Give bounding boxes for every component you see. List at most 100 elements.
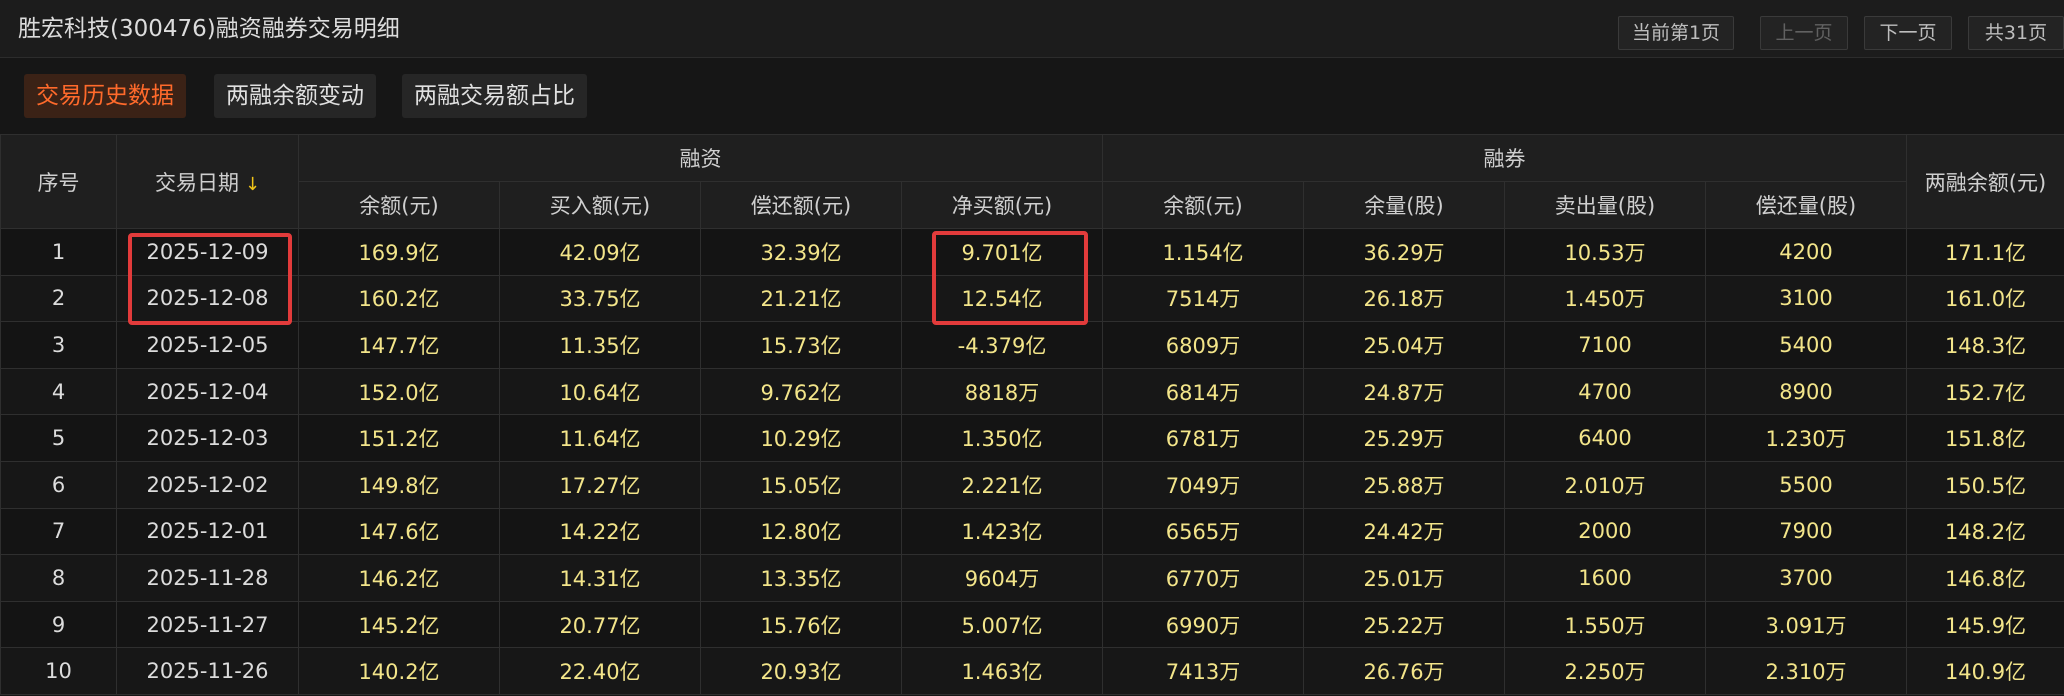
cell-total-balance: 171.1亿 xyxy=(1906,228,2064,276)
cell-sec-volume: 25.01万 xyxy=(1303,554,1505,602)
cell-total-balance: 148.2亿 xyxy=(1906,507,2064,556)
table-row[interactable]: 6 2025-12-02 149.8亿 17.27亿 15.05亿 2.221亿 7049万… xyxy=(0,460,2064,509)
sort-down-arrow-icon[interactable]: ↓ xyxy=(245,174,260,195)
cell-seq: 1 xyxy=(0,228,117,276)
cell-fin-buy: 11.64亿 xyxy=(499,414,701,462)
cell-date: 2025-11-26 xyxy=(116,647,299,695)
prev-page-button[interactable]: 上一页 xyxy=(1760,16,1848,50)
cell-sec-volume: 25.04万 xyxy=(1303,321,1505,369)
header-date[interactable]: 交易日期 ↓ xyxy=(116,134,299,229)
table-row[interactable]: 5 2025-12-03 151.2亿 11.64亿 10.29亿 1.350亿 6781万… xyxy=(0,414,2064,462)
cell-fin-balance: 146.2亿 xyxy=(298,554,500,602)
table-row[interactable]: 4 2025-12-04 152.0亿 10.64亿 9.762亿 8818万 6814万 2… xyxy=(0,367,2064,416)
header-fin-balance: 余额(元) xyxy=(298,181,500,229)
cell-seq: 6 xyxy=(0,460,117,509)
cell-fin-balance: 151.2亿 xyxy=(298,414,500,462)
cell-sec-balance: 6809万 xyxy=(1102,321,1304,369)
cell-sec-repay: 8900 xyxy=(1705,367,1907,416)
cell-fin-balance: 160.2亿 xyxy=(298,274,500,323)
cell-sec-repay: 7900 xyxy=(1705,507,1907,556)
cell-sec-balance: 6814万 xyxy=(1102,367,1304,416)
current-page-label: 当前第1页 xyxy=(1618,16,1734,50)
cell-fin-balance: 140.2亿 xyxy=(298,647,500,695)
cell-total-balance: 148.3亿 xyxy=(1906,321,2064,369)
cell-sec-sell: 2000 xyxy=(1504,507,1706,556)
margin-trading-table: 序号 交易日期 ↓ 融资 融券 两融余额(元) 余额(元) 买入额(元) 偿还额(… xyxy=(0,134,2064,695)
cell-sec-sell: 10.53万 xyxy=(1504,228,1706,276)
cell-sec-volume: 25.29万 xyxy=(1303,414,1505,462)
cell-sec-volume: 26.76万 xyxy=(1303,647,1505,695)
cell-fin-buy: 22.40亿 xyxy=(499,647,701,695)
cell-sec-volume: 25.22万 xyxy=(1303,600,1505,649)
tab-balance-change[interactable]: 两融余额变动 xyxy=(214,74,376,118)
header-sec-balance: 余额(元) xyxy=(1102,181,1304,229)
tab-trade-ratio[interactable]: 两融交易额占比 xyxy=(402,74,587,118)
cell-seq: 4 xyxy=(0,367,117,416)
cell-fin-repay: 15.05亿 xyxy=(700,460,902,509)
cell-sec-balance: 6781万 xyxy=(1102,414,1304,462)
tab-trade-history[interactable]: 交易历史数据 xyxy=(24,74,186,118)
cell-date: 2025-12-01 xyxy=(116,507,299,556)
cell-fin-net-buy: -4.379亿 xyxy=(901,321,1103,369)
table-row[interactable]: 8 2025-11-28 146.2亿 14.31亿 13.35亿 9604万 6770万 2… xyxy=(0,554,2064,602)
cell-fin-buy: 14.31亿 xyxy=(499,554,701,602)
cell-sec-volume: 36.29万 xyxy=(1303,228,1505,276)
cell-fin-balance: 149.8亿 xyxy=(298,460,500,509)
cell-total-balance: 145.9亿 xyxy=(1906,600,2064,649)
cell-fin-buy: 20.77亿 xyxy=(499,600,701,649)
total-pages-label: 共31页 xyxy=(1968,16,2064,50)
cell-fin-balance: 169.9亿 xyxy=(298,228,500,276)
header-total-balance: 两融余额(元) xyxy=(1906,134,2064,229)
cell-fin-repay: 13.35亿 xyxy=(700,554,902,602)
cell-seq: 3 xyxy=(0,321,117,369)
table-row[interactable]: 7 2025-12-01 147.6亿 14.22亿 12.80亿 1.423亿 6565万… xyxy=(0,507,2064,556)
next-page-button[interactable]: 下一页 xyxy=(1864,16,1952,50)
cell-fin-net-buy: 1.423亿 xyxy=(901,507,1103,556)
cell-fin-balance: 145.2亿 xyxy=(298,600,500,649)
cell-sec-repay: 3.091万 xyxy=(1705,600,1907,649)
highlight-box-net-buy xyxy=(932,231,1088,325)
header-date-label: 交易日期 xyxy=(154,170,239,195)
cell-fin-buy: 42.09亿 xyxy=(499,228,701,276)
cell-fin-repay: 21.21亿 xyxy=(700,274,902,323)
cell-sec-sell: 7100 xyxy=(1504,321,1706,369)
cell-fin-net-buy: 8818万 xyxy=(901,367,1103,416)
cell-fin-net-buy: 1.463亿 xyxy=(901,647,1103,695)
cell-fin-buy: 33.75亿 xyxy=(499,274,701,323)
cell-fin-balance: 147.7亿 xyxy=(298,321,500,369)
cell-fin-buy: 11.35亿 xyxy=(499,321,701,369)
cell-sec-volume: 25.88万 xyxy=(1303,460,1505,509)
tab-bar: 交易历史数据 两融余额变动 两融交易额占比 xyxy=(0,58,2064,134)
cell-sec-repay: 4200 xyxy=(1705,228,1907,276)
table-row[interactable]: 9 2025-11-27 145.2亿 20.77亿 15.76亿 5.007亿 6990万… xyxy=(0,600,2064,649)
cell-sec-volume: 24.42万 xyxy=(1303,507,1505,556)
table-row[interactable]: 10 2025-11-26 140.2亿 22.40亿 20.93亿 1.463亿 7413… xyxy=(0,647,2064,695)
header-fin-repay: 偿还额(元) xyxy=(700,181,902,229)
cell-sec-repay: 3100 xyxy=(1705,274,1907,323)
cell-date: 2025-11-27 xyxy=(116,600,299,649)
cell-sec-sell: 1.450万 xyxy=(1504,274,1706,323)
table-row[interactable]: 3 2025-12-05 147.7亿 11.35亿 15.73亿 -4.379亿 6809… xyxy=(0,321,2064,369)
header-sec-volume: 余量(股) xyxy=(1303,181,1505,229)
cell-sec-sell: 2.250万 xyxy=(1504,647,1706,695)
header-fin-buy: 买入额(元) xyxy=(499,181,701,229)
cell-fin-net-buy: 1.350亿 xyxy=(901,414,1103,462)
cell-fin-net-buy: 9604万 xyxy=(901,554,1103,602)
cell-fin-repay: 32.39亿 xyxy=(700,228,902,276)
cell-date: 2025-12-04 xyxy=(116,367,299,416)
header-financing: 融资 xyxy=(298,134,1103,182)
header-fin-net-buy: 净买额(元) xyxy=(901,181,1103,229)
header-securities-lending: 融券 xyxy=(1102,134,1907,182)
cell-seq: 9 xyxy=(0,600,117,649)
cell-sec-repay: 3700 xyxy=(1705,554,1907,602)
cell-sec-volume: 26.18万 xyxy=(1303,274,1505,323)
cell-sec-balance: 6565万 xyxy=(1102,507,1304,556)
header-sec-sell: 卖出量(股) xyxy=(1504,181,1706,229)
cell-sec-balance: 6770万 xyxy=(1102,554,1304,602)
cell-date: 2025-12-05 xyxy=(116,321,299,369)
cell-sec-sell: 4700 xyxy=(1504,367,1706,416)
cell-seq: 2 xyxy=(0,274,117,323)
header-sec-repay: 偿还量(股) xyxy=(1705,181,1907,229)
cell-total-balance: 152.7亿 xyxy=(1906,367,2064,416)
cell-sec-balance: 7514万 xyxy=(1102,274,1304,323)
